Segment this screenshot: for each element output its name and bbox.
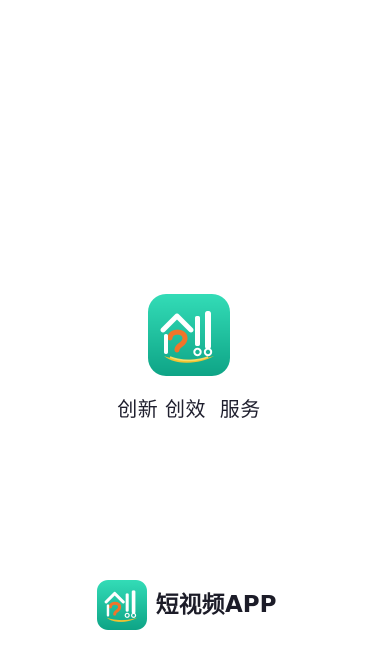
brand-footer: 短视频APP (97, 580, 277, 630)
app-logo-icon (148, 294, 230, 376)
slogan-text: 创新 创效 服务 (117, 397, 261, 421)
brand-logo-icon (97, 580, 147, 630)
splash-screen: 创新 创效 服务 短视频APP (0, 0, 378, 672)
brand-name-text: 短视频APP (156, 592, 277, 618)
